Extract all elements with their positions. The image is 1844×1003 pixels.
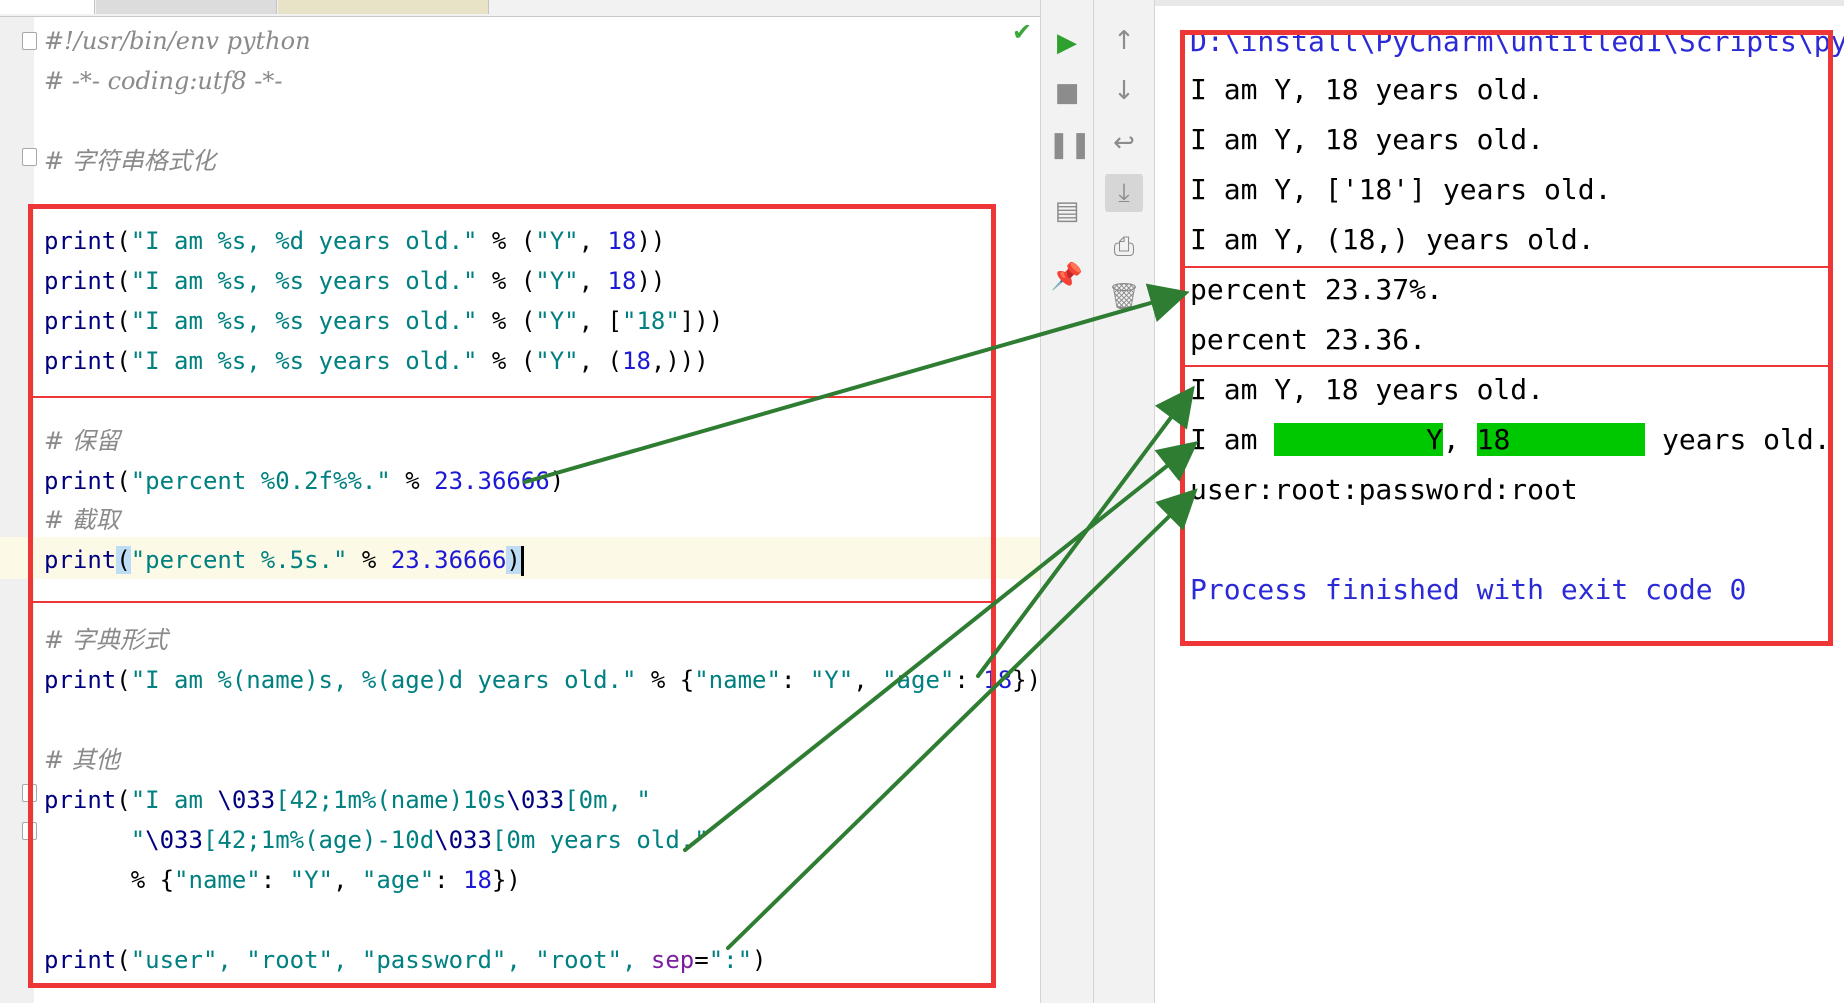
arrow-sep	[726, 488, 1198, 950]
annotation-arrows	[523, 283, 1199, 950]
arrow-colored	[683, 441, 1199, 852]
arrow-percent	[523, 283, 1190, 484]
